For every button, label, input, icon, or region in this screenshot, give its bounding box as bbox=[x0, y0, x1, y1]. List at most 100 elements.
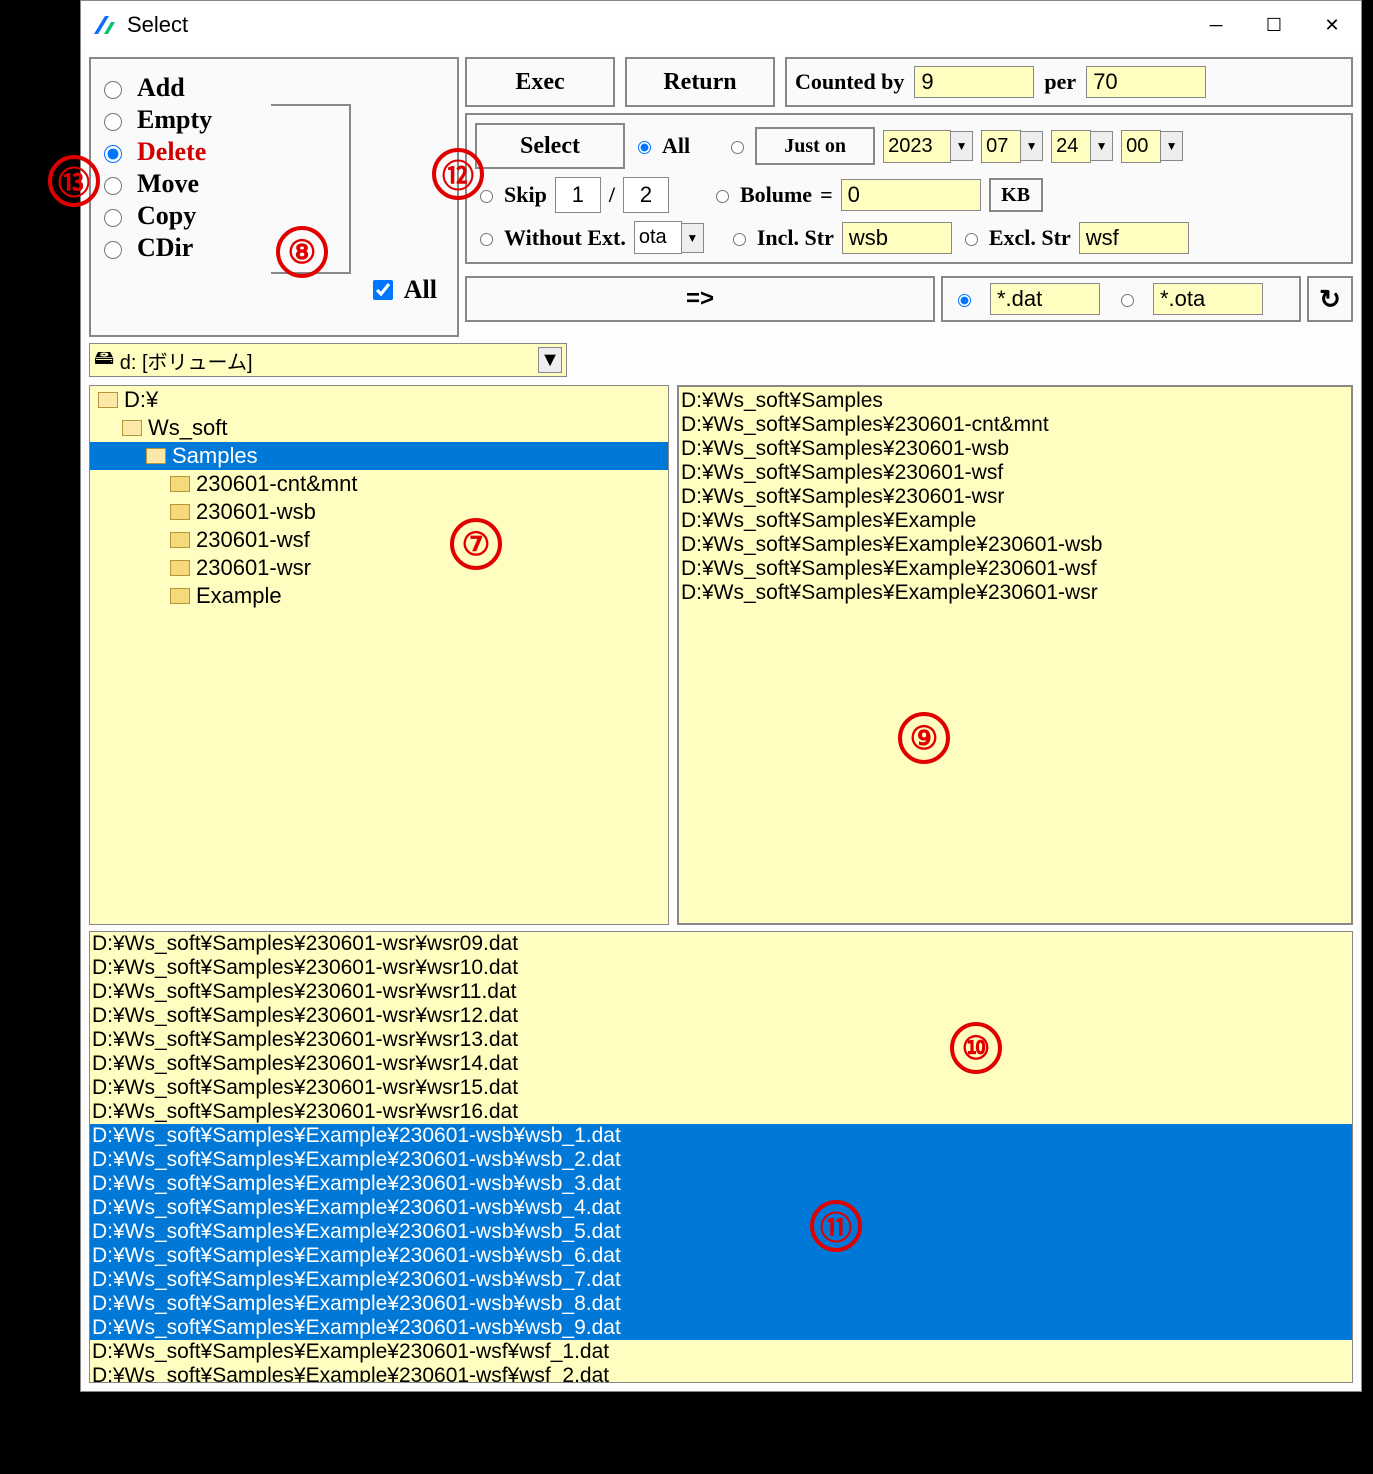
arrow-button[interactable]: => bbox=[465, 276, 935, 322]
bolume-radio[interactable] bbox=[716, 190, 729, 203]
close-button[interactable]: ✕ bbox=[1303, 5, 1361, 45]
day-dd-icon[interactable]: ▼ bbox=[1091, 131, 1113, 161]
file-line[interactable]: D:¥Ws_soft¥Samples¥230601-wsr¥wsr11.dat bbox=[90, 980, 1352, 1004]
hour-input[interactable] bbox=[1121, 130, 1161, 163]
file-line[interactable]: D:¥Ws_soft¥Samples¥Example¥230601-wsb¥ws… bbox=[90, 1124, 1352, 1148]
inclstr-input[interactable] bbox=[842, 222, 952, 254]
maximize-button[interactable]: ☐ bbox=[1245, 5, 1303, 45]
copy-radio[interactable] bbox=[104, 209, 122, 227]
withoutext-dd-icon[interactable]: ▼ bbox=[682, 223, 704, 253]
file-line[interactable]: D:¥Ws_soft¥Samples¥230601-wsr¥wsr15.dat bbox=[90, 1076, 1352, 1100]
tree-label: Example bbox=[196, 583, 282, 609]
tree-item[interactable]: 230601-cnt&mnt bbox=[90, 470, 668, 498]
file-line[interactable]: D:¥Ws_soft¥Samples¥Example¥230601-wsf¥ws… bbox=[90, 1364, 1352, 1383]
bolume-label: Bolume bbox=[740, 182, 812, 208]
month-input[interactable] bbox=[981, 130, 1021, 163]
tree-item[interactable]: Example bbox=[90, 582, 668, 610]
inclstr-radio[interactable] bbox=[733, 233, 746, 246]
file-line[interactable]: D:¥Ws_soft¥Samples¥230601-wsr¥wsr09.dat bbox=[90, 932, 1352, 956]
juston-button[interactable]: Just on bbox=[755, 127, 875, 165]
exclstr-radio[interactable] bbox=[965, 233, 978, 246]
select-window: Select ─ ☐ ✕ Add Empty Delete Move Copy … bbox=[80, 0, 1362, 1392]
tree-item[interactable]: 230601-wsf bbox=[90, 526, 668, 554]
tree-label: Ws_soft bbox=[148, 415, 227, 441]
year-dd-icon[interactable]: ▼ bbox=[951, 131, 973, 161]
all-radio-label: All bbox=[662, 133, 690, 159]
path-list[interactable]: D:¥Ws_soft¥SamplesD:¥Ws_soft¥Samples¥230… bbox=[677, 385, 1353, 925]
bolume-input[interactable] bbox=[841, 179, 981, 211]
tree-item[interactable]: 230601-wsr bbox=[90, 554, 668, 582]
path-line[interactable]: D:¥Ws_soft¥Samples¥230601-wsb bbox=[681, 437, 1349, 461]
year-input[interactable] bbox=[883, 130, 951, 163]
tree-label: 230601-cnt&mnt bbox=[196, 471, 357, 497]
per-label: per bbox=[1044, 69, 1076, 95]
path-line[interactable]: D:¥Ws_soft¥Samples¥Example bbox=[681, 509, 1349, 533]
exec-button[interactable]: Exec bbox=[465, 57, 615, 107]
path-line[interactable]: D:¥Ws_soft¥Samples¥230601-cnt&mnt bbox=[681, 413, 1349, 437]
month-dd-icon[interactable]: ▼ bbox=[1021, 131, 1043, 161]
file-line[interactable]: D:¥Ws_soft¥Samples¥Example¥230601-wsb¥ws… bbox=[90, 1196, 1352, 1220]
all-checkbox[interactable] bbox=[373, 280, 393, 300]
per-input[interactable] bbox=[1086, 66, 1206, 98]
counted-by-label: Counted by bbox=[795, 69, 904, 95]
file-list[interactable]: D:¥Ws_soft¥Samples¥230601-wsr¥wsr09.datD… bbox=[89, 931, 1353, 1383]
path-line[interactable]: D:¥Ws_soft¥Samples¥230601-wsf bbox=[681, 461, 1349, 485]
exclstr-input[interactable] bbox=[1079, 222, 1189, 254]
add-radio[interactable] bbox=[104, 81, 122, 99]
file-line[interactable]: D:¥Ws_soft¥Samples¥Example¥230601-wsb¥ws… bbox=[90, 1268, 1352, 1292]
file-line[interactable]: D:¥Ws_soft¥Samples¥Example¥230601-wsb¥ws… bbox=[90, 1316, 1352, 1340]
copy-label: Copy bbox=[137, 201, 196, 231]
all-label: All bbox=[404, 275, 437, 305]
all-radio[interactable] bbox=[638, 141, 651, 154]
file-line[interactable]: D:¥Ws_soft¥Samples¥230601-wsr¥wsr14.dat bbox=[90, 1052, 1352, 1076]
file-line[interactable]: D:¥Ws_soft¥Samples¥230601-wsr¥wsr16.dat bbox=[90, 1100, 1352, 1124]
tree-item[interactable]: Samples bbox=[90, 442, 668, 470]
file-line[interactable]: D:¥Ws_soft¥Samples¥230601-wsr¥wsr12.dat bbox=[90, 1004, 1352, 1028]
counted-by-input[interactable] bbox=[914, 66, 1034, 98]
cdir-radio[interactable] bbox=[104, 241, 122, 259]
title-bar[interactable]: Select ─ ☐ ✕ bbox=[81, 1, 1361, 49]
ext1-input[interactable] bbox=[990, 283, 1100, 315]
tree-item[interactable]: Ws_soft bbox=[90, 414, 668, 442]
withoutext-radio[interactable] bbox=[480, 233, 493, 246]
path-line[interactable]: D:¥Ws_soft¥Samples bbox=[681, 389, 1349, 413]
path-line[interactable]: D:¥Ws_soft¥Samples¥230601-wsr bbox=[681, 485, 1349, 509]
skip-a-input[interactable] bbox=[555, 177, 601, 213]
day-input[interactable] bbox=[1051, 130, 1091, 163]
minimize-button[interactable]: ─ bbox=[1187, 5, 1245, 45]
file-line[interactable]: D:¥Ws_soft¥Samples¥Example¥230601-wsb¥ws… bbox=[90, 1292, 1352, 1316]
file-line[interactable]: D:¥Ws_soft¥Samples¥Example¥230601-wsb¥ws… bbox=[90, 1220, 1352, 1244]
withoutext-input[interactable] bbox=[634, 221, 682, 254]
move-radio[interactable] bbox=[104, 177, 122, 195]
file-line[interactable]: D:¥Ws_soft¥Samples¥230601-wsr¥wsr10.dat bbox=[90, 956, 1352, 980]
skip-radio[interactable] bbox=[480, 190, 493, 203]
ext2-input[interactable] bbox=[1153, 283, 1263, 315]
select-button[interactable]: Select bbox=[475, 123, 625, 169]
file-line[interactable]: D:¥Ws_soft¥Samples¥Example¥230601-wsf¥ws… bbox=[90, 1340, 1352, 1364]
empty-radio[interactable] bbox=[104, 113, 122, 131]
file-line[interactable]: D:¥Ws_soft¥Samples¥Example¥230601-wsb¥ws… bbox=[90, 1148, 1352, 1172]
folder-tree[interactable]: D:¥Ws_softSamples230601-cnt&mnt230601-ws… bbox=[89, 385, 669, 925]
skip-b-input[interactable] bbox=[623, 177, 669, 213]
tree-item[interactable]: 230601-wsb bbox=[90, 498, 668, 526]
juston-radio[interactable] bbox=[731, 141, 744, 154]
ext1-radio[interactable] bbox=[958, 294, 971, 307]
tree-item[interactable]: D:¥ bbox=[90, 386, 668, 414]
drive-dd-icon[interactable]: ▼ bbox=[538, 347, 562, 373]
drive-select[interactable]: 🖴 d: [ボリューム] ▼ bbox=[89, 343, 567, 377]
skip-label: Skip bbox=[504, 182, 547, 208]
refresh-button[interactable]: ↻ bbox=[1307, 276, 1353, 322]
file-line[interactable]: D:¥Ws_soft¥Samples¥Example¥230601-wsb¥ws… bbox=[90, 1244, 1352, 1268]
path-line[interactable]: D:¥Ws_soft¥Samples¥Example¥230601-wsf bbox=[681, 557, 1349, 581]
kb-button[interactable]: KB bbox=[989, 178, 1043, 212]
ext2-radio[interactable] bbox=[1121, 294, 1134, 307]
path-line[interactable]: D:¥Ws_soft¥Samples¥Example¥230601-wsb bbox=[681, 533, 1349, 557]
file-line[interactable]: D:¥Ws_soft¥Samples¥230601-wsr¥wsr13.dat bbox=[90, 1028, 1352, 1052]
bolume-eq: = bbox=[820, 182, 833, 208]
delete-radio[interactable] bbox=[104, 145, 122, 163]
hour-dd-icon[interactable]: ▼ bbox=[1161, 131, 1183, 161]
path-line[interactable]: D:¥Ws_soft¥Samples¥Example¥230601-wsr bbox=[681, 581, 1349, 605]
folder-icon bbox=[170, 560, 190, 576]
file-line[interactable]: D:¥Ws_soft¥Samples¥Example¥230601-wsb¥ws… bbox=[90, 1172, 1352, 1196]
return-button[interactable]: Return bbox=[625, 57, 775, 107]
